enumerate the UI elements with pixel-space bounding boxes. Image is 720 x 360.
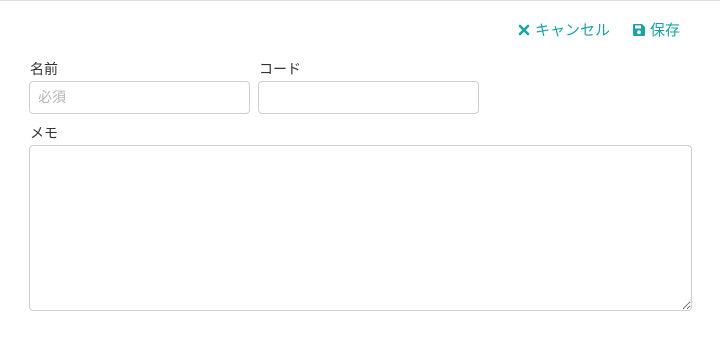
memo-textarea[interactable] xyxy=(29,145,692,311)
floppy-disk-icon xyxy=(632,23,646,37)
save-button[interactable]: 保存 xyxy=(632,20,680,40)
name-label: 名前 xyxy=(30,62,58,78)
memo-label: メモ xyxy=(30,126,58,142)
save-button-label: 保存 xyxy=(649,21,680,39)
close-icon xyxy=(517,23,531,37)
code-label: コード xyxy=(259,62,301,78)
cancel-button-label: キャンセル xyxy=(534,21,610,39)
form-toolbar: キャンセル 保存 xyxy=(517,20,680,40)
top-divider xyxy=(0,0,720,1)
code-input[interactable] xyxy=(258,81,479,114)
cancel-button[interactable]: キャンセル xyxy=(517,20,610,40)
name-input[interactable] xyxy=(29,81,250,114)
